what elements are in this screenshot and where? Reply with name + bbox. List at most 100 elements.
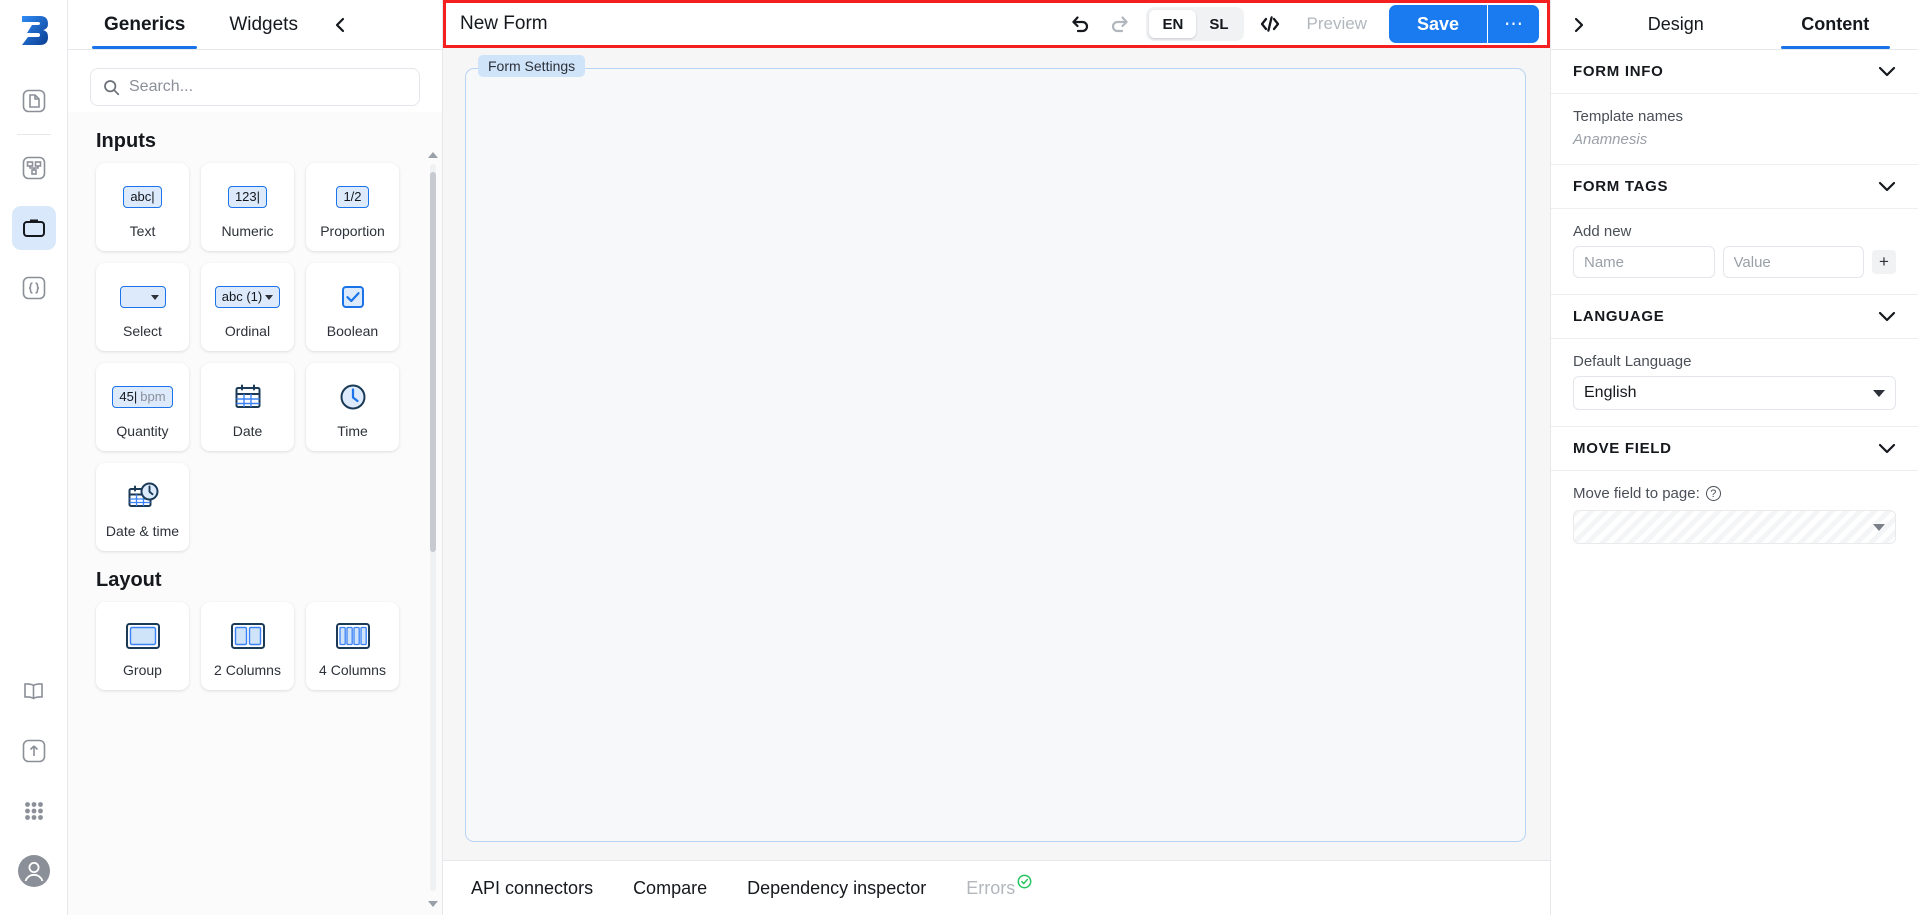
- status-link-compare[interactable]: Compare: [633, 878, 707, 899]
- help-circle-icon[interactable]: ?: [1705, 486, 1721, 501]
- text-input-chip: abc|: [123, 185, 162, 209]
- palette-item-select[interactable]: Select: [96, 263, 189, 351]
- section-header-form-tags[interactable]: FORM TAGS: [1551, 165, 1918, 209]
- palette-item-text[interactable]: abc| Text: [96, 163, 189, 251]
- palette-item-date[interactable]: Date: [201, 363, 294, 451]
- add-tag-button[interactable]: +: [1872, 250, 1896, 274]
- section-title-language: LANGUAGE: [1573, 308, 1665, 325]
- forms-icon[interactable]: [11, 206, 56, 250]
- properties-panel: Design Content FORM INFO Template names …: [1550, 0, 1918, 915]
- numeric-input-chip: 123|: [227, 185, 268, 209]
- tab-widgets-label: Widgets: [229, 13, 298, 35]
- palette-item-2-columns[interactable]: 2 Columns: [201, 602, 294, 690]
- code-braces-icon[interactable]: [12, 266, 56, 310]
- section-title-move-field: MOVE FIELD: [1573, 440, 1672, 457]
- tab-generics[interactable]: Generics: [82, 0, 207, 49]
- check-circle-icon: [1017, 874, 1032, 888]
- palette-item-boolean[interactable]: Boolean: [306, 263, 399, 351]
- tab-content[interactable]: Content: [1753, 0, 1918, 49]
- palette-item-time-label: Time: [337, 423, 368, 439]
- collapse-palette-button[interactable]: [320, 0, 360, 49]
- app-root: Generics Widgets Inputs: [0, 0, 1918, 915]
- select-input-chip: [119, 286, 166, 308]
- save-more-options-button[interactable]: ⋯: [1487, 5, 1539, 43]
- tab-design-label: Design: [1647, 14, 1704, 34]
- default-language-value: English: [1584, 384, 1637, 401]
- form-canvas[interactable]: Form Settings: [443, 48, 1550, 860]
- group-layout-icon: [125, 614, 161, 658]
- workflow-icon[interactable]: [12, 146, 56, 190]
- section-title-form-tags: FORM TAGS: [1573, 178, 1669, 195]
- book-icon[interactable]: [12, 669, 56, 713]
- form-settings-card[interactable]: Form Settings: [465, 55, 1526, 842]
- clock-icon: [338, 375, 368, 419]
- language-button-sl[interactable]: SL: [1196, 10, 1241, 38]
- palette-item-quantity[interactable]: 45| bpm Quantity: [96, 363, 189, 451]
- palette-item-numeric[interactable]: 123| Numeric: [201, 163, 294, 251]
- status-link-dependency-inspector[interactable]: Dependency inspector: [747, 878, 926, 899]
- preview-button[interactable]: Preview: [1290, 14, 1382, 34]
- tag-name-input[interactable]: [1573, 246, 1715, 278]
- default-language-select[interactable]: English: [1573, 376, 1896, 410]
- select-input-icon: [119, 275, 166, 319]
- tab-generics-label: Generics: [104, 13, 186, 35]
- status-link-api-connectors[interactable]: API connectors: [471, 878, 593, 899]
- palette-item-proportion[interactable]: 1/2 Proportion: [306, 163, 399, 251]
- apps-grid-icon[interactable]: [12, 789, 56, 833]
- section-header-form-info[interactable]: FORM INFO: [1551, 50, 1918, 94]
- palette-item-ordinal[interactable]: abc (1) Ordinal: [201, 263, 294, 351]
- form-title[interactable]: New Form: [460, 13, 548, 35]
- status-errors[interactable]: Errors: [966, 874, 1032, 899]
- section-body-form-tags: Add new +: [1551, 209, 1918, 295]
- template-names-label: Template names: [1573, 108, 1684, 125]
- palette-scrollbar-thumb[interactable]: [430, 172, 436, 552]
- tag-input-row: +: [1573, 246, 1896, 278]
- palette-item-date-time[interactable]: Date & time: [96, 463, 189, 551]
- save-more-label: ⋯: [1504, 13, 1523, 35]
- save-button[interactable]: Save: [1388, 5, 1487, 43]
- expand-panel-button[interactable]: [1559, 0, 1599, 49]
- palette-item-4-columns[interactable]: 4 Columns: [306, 602, 399, 690]
- palette-tabs: Generics Widgets: [68, 0, 442, 50]
- form-settings-tab[interactable]: Form Settings: [478, 55, 586, 77]
- app-logo[interactable]: [14, 10, 54, 55]
- palette-item-date-label: Date: [232, 423, 263, 439]
- palette-body[interactable]: Inputs abc| Text 123| Numeric 1/2 Propor…: [68, 112, 442, 915]
- chevron-down-icon: [1878, 311, 1896, 322]
- tab-widgets[interactable]: Widgets: [207, 0, 320, 49]
- quantity-input-icon: 45| bpm: [112, 375, 173, 419]
- upload-icon[interactable]: [12, 729, 56, 773]
- section-header-move-field[interactable]: MOVE FIELD: [1551, 427, 1918, 471]
- ordinal-input-icon: abc (1): [214, 275, 281, 319]
- documents-icon[interactable]: [12, 79, 56, 123]
- section-header-language[interactable]: LANGUAGE: [1551, 295, 1918, 339]
- palette-section-layout-title: Layout: [96, 569, 162, 591]
- palette-section-inputs-title: Inputs: [96, 130, 156, 152]
- two-columns-icon: [230, 614, 266, 658]
- palette-item-time[interactable]: Time: [306, 363, 399, 451]
- add-new-tag-label: Add new: [1573, 223, 1632, 240]
- language-en-label: EN: [1162, 15, 1184, 33]
- language-button-en[interactable]: EN: [1149, 10, 1197, 38]
- scroll-up-arrow-icon[interactable]: [428, 152, 438, 158]
- language-sl-label: SL: [1209, 15, 1229, 33]
- redo-button[interactable]: [1100, 4, 1140, 44]
- palette-item-quantity-label: Quantity: [116, 423, 169, 439]
- chevron-down-icon: [1878, 181, 1896, 192]
- scroll-down-arrow-icon[interactable]: [428, 901, 438, 907]
- search-input[interactable]: [129, 78, 407, 96]
- move-field-page-select[interactable]: [1573, 510, 1896, 544]
- section-body-language: Default Language English: [1551, 339, 1918, 427]
- language-toggle-group: EN SL: [1146, 7, 1245, 41]
- chevron-down-icon: [150, 294, 159, 300]
- tab-design[interactable]: Design: [1599, 0, 1753, 49]
- user-avatar-icon[interactable]: [12, 849, 56, 893]
- code-view-button[interactable]: [1250, 4, 1290, 44]
- palette-item-group-label: Group: [123, 662, 162, 678]
- chevron-down-icon: [265, 294, 274, 300]
- undo-button[interactable]: [1060, 4, 1100, 44]
- search-box[interactable]: [90, 68, 420, 106]
- palette-item-group[interactable]: Group: [96, 602, 189, 690]
- search-icon: [104, 79, 120, 95]
- tag-value-input[interactable]: [1722, 246, 1864, 278]
